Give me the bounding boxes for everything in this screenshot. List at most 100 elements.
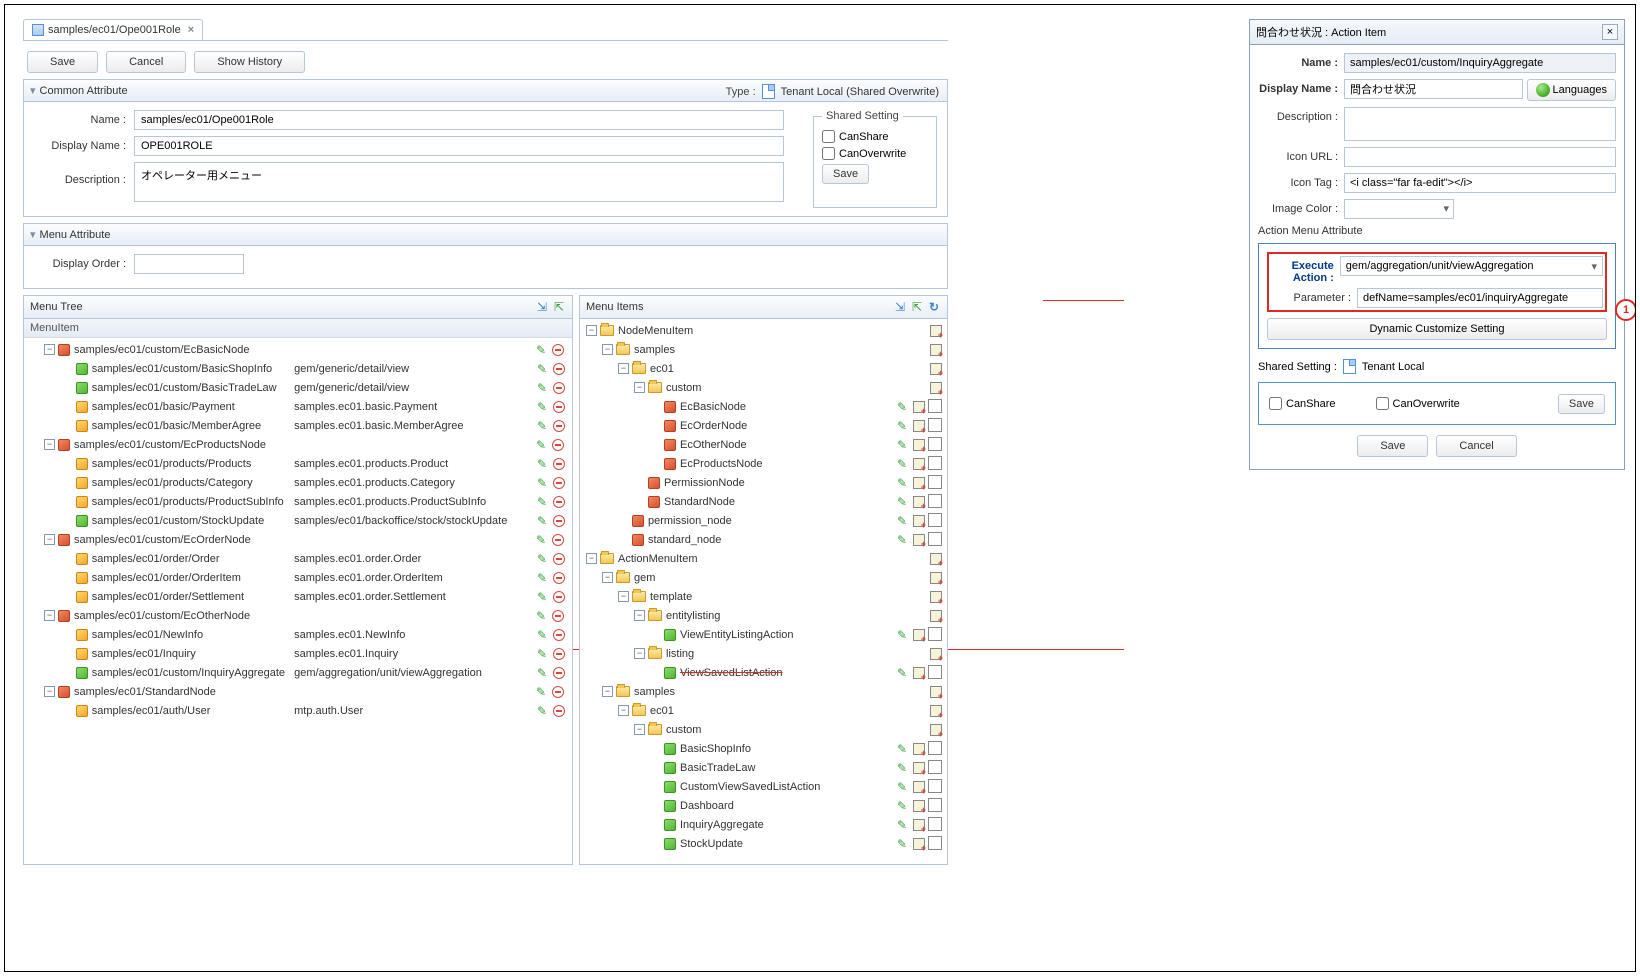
tree-row[interactable]: samples/ec01/auth/Usermtp.auth.User✎	[24, 701, 572, 720]
tree-row[interactable]: permission_node✎	[580, 511, 947, 530]
expand-tree-icon[interactable]: ⇲	[893, 300, 907, 314]
delete-icon[interactable]	[552, 552, 566, 566]
dlg-desc-textarea[interactable]	[1344, 107, 1616, 141]
delete-icon[interactable]	[552, 362, 566, 376]
tree-row[interactable]: samples/ec01/Inquirysamples.ec01.Inquiry…	[24, 644, 572, 663]
copy-icon[interactable]	[929, 495, 943, 509]
dlg-iconurl-input[interactable]	[1344, 147, 1616, 167]
tree-row[interactable]: −ActionMenuItem	[580, 549, 947, 568]
tree-row[interactable]: StandardNode✎	[580, 492, 947, 511]
close-icon[interactable]: ×	[188, 24, 194, 36]
edit-icon[interactable]: ✎	[535, 362, 549, 376]
edit-icon[interactable]: ✎	[895, 457, 909, 471]
dlg-imgcolor-select[interactable]	[1344, 199, 1454, 219]
tab-ope001role[interactable]: samples/ec01/Ope001Role ×	[23, 19, 203, 40]
copy-icon[interactable]	[929, 628, 943, 642]
tree-row[interactable]: −samples/ec01/custom/EcOrderNode✎	[24, 530, 572, 549]
add-icon[interactable]	[912, 457, 926, 471]
tree-row[interactable]: −samples/ec01/custom/EcBasicNode✎	[24, 340, 572, 359]
dlg-shared-save-button[interactable]: Save	[1558, 394, 1605, 414]
delete-icon[interactable]	[552, 647, 566, 661]
delete-icon[interactable]	[552, 400, 566, 414]
copy-icon[interactable]	[929, 419, 943, 433]
edit-icon[interactable]: ✎	[895, 799, 909, 813]
tree-row[interactable]: −listing	[580, 644, 947, 663]
toggle-icon[interactable]: −	[44, 534, 55, 545]
delete-icon[interactable]	[552, 704, 566, 718]
history-button[interactable]: Show History	[194, 51, 305, 73]
toggle-icon[interactable]: −	[634, 648, 645, 659]
edit-icon[interactable]: ✎	[895, 514, 909, 528]
delete-icon[interactable]	[551, 343, 565, 357]
delete-icon[interactable]	[552, 590, 566, 604]
dynamic-customize-button[interactable]: Dynamic Customize Setting	[1267, 318, 1607, 340]
edit-icon[interactable]: ✎	[535, 628, 549, 642]
toggle-icon[interactable]: −	[618, 705, 629, 716]
delete-icon[interactable]	[552, 666, 566, 680]
toggle-icon[interactable]: −	[634, 382, 645, 393]
tree-row[interactable]: standard_node✎	[580, 530, 947, 549]
tree-row[interactable]: ViewEntityListingAction✎	[580, 625, 947, 644]
delete-icon[interactable]	[552, 495, 566, 509]
dlg-canshare-checkbox[interactable]: CanShare	[1269, 397, 1336, 410]
edit-icon[interactable]: ✎	[535, 647, 549, 661]
edit-icon[interactable]: ✎	[535, 381, 549, 395]
copy-icon[interactable]	[929, 514, 943, 528]
edit-icon[interactable]: ✎	[895, 628, 909, 642]
add-icon[interactable]	[929, 685, 943, 699]
tree-row[interactable]: −samples	[580, 340, 947, 359]
tree-row[interactable]: InquiryAggregate✎	[580, 815, 947, 834]
add-icon[interactable]	[912, 742, 926, 756]
edit-icon[interactable]: ✎	[895, 533, 909, 547]
add-icon[interactable]	[929, 723, 943, 737]
copy-icon[interactable]	[929, 780, 943, 794]
edit-icon[interactable]: ✎	[535, 571, 549, 585]
tree-row[interactable]: samples/ec01/NewInfosamples.ec01.NewInfo…	[24, 625, 572, 644]
edit-icon[interactable]: ✎	[535, 552, 549, 566]
tree-row[interactable]: samples/ec01/products/Productssamples.ec…	[24, 454, 572, 473]
edit-icon[interactable]: ✎	[895, 742, 909, 756]
copy-icon[interactable]	[929, 533, 943, 547]
tree-row[interactable]: CustomViewSavedListAction✎	[580, 777, 947, 796]
toggle-icon[interactable]: −	[44, 686, 55, 697]
edit-icon[interactable]: ✎	[895, 818, 909, 832]
edit-icon[interactable]: ✎	[535, 514, 549, 528]
add-icon[interactable]	[912, 837, 926, 851]
dlg-save-button[interactable]: Save	[1357, 435, 1428, 457]
copy-icon[interactable]	[929, 476, 943, 490]
add-icon[interactable]	[912, 495, 926, 509]
cancel-button[interactable]: Cancel	[106, 51, 186, 73]
tree-row[interactable]: −NodeMenuItem	[580, 321, 947, 340]
languages-button[interactable]: Languages	[1527, 79, 1616, 101]
add-icon[interactable]	[929, 362, 943, 376]
tree-row[interactable]: samples/ec01/custom/StockUpdatesamples/e…	[24, 511, 572, 530]
add-icon[interactable]	[929, 324, 943, 338]
toggle-icon[interactable]: −	[618, 363, 629, 374]
edit-icon[interactable]: ✎	[895, 400, 909, 414]
name-input[interactable]	[134, 110, 784, 130]
add-icon[interactable]	[912, 400, 926, 414]
tree-row[interactable]: BasicTradeLaw✎	[580, 758, 947, 777]
edit-icon[interactable]: ✎	[535, 476, 549, 490]
delete-icon[interactable]	[551, 685, 565, 699]
tree-row[interactable]: samples/ec01/custom/BasicShopInfogem/gen…	[24, 359, 572, 378]
edit-icon[interactable]: ✎	[534, 343, 548, 357]
toggle-icon[interactable]: −	[44, 439, 55, 450]
dlg-canoverwrite-checkbox[interactable]: CanOverwrite	[1376, 397, 1460, 410]
delete-icon[interactable]	[552, 571, 566, 585]
copy-icon[interactable]	[929, 666, 943, 680]
display-order-input[interactable]	[134, 254, 244, 274]
copy-icon[interactable]	[929, 799, 943, 813]
tree-row[interactable]: samples/ec01/basic/MemberAgreesamples.ec…	[24, 416, 572, 435]
toggle-icon[interactable]: −	[602, 572, 613, 583]
edit-icon[interactable]: ✎	[895, 419, 909, 433]
add-icon[interactable]	[912, 628, 926, 642]
add-icon[interactable]	[912, 476, 926, 490]
toggle-icon[interactable]: −	[634, 610, 645, 621]
edit-icon[interactable]: ✎	[535, 419, 549, 433]
tree-row[interactable]: samples/ec01/products/Categorysamples.ec…	[24, 473, 572, 492]
toggle-icon[interactable]: −	[618, 591, 629, 602]
tree-row[interactable]: EcOrderNode✎	[580, 416, 947, 435]
add-icon[interactable]	[912, 818, 926, 832]
add-icon[interactable]	[929, 571, 943, 585]
